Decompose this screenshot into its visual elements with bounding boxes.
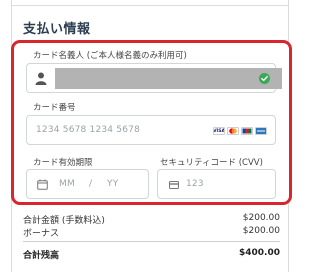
section-title: 支払い情報	[23, 22, 91, 37]
person-icon	[35, 72, 47, 85]
summary-row-total-amount: 合計金額 (手数料込) $200.00	[23, 213, 280, 226]
summary-label: ボーナス	[23, 229, 60, 239]
expiry-year-placeholder: YY	[107, 179, 119, 189]
amex-icon	[255, 127, 267, 135]
payment-page: 支払い情報 カード名義人 (ご本人様名義のみ利用可) カード番号 1234 56…	[0, 0, 300, 272]
check-circle-icon	[259, 73, 270, 84]
summary-value: $200.00	[242, 226, 280, 236]
expiry-label: カード有効期限	[33, 158, 93, 168]
card-number-placeholder: 1234 5678 1234 5678	[36, 125, 140, 135]
summary-value: $200.00	[242, 213, 280, 223]
balance-value: $400.00	[239, 248, 280, 258]
mastercard-icon	[227, 127, 239, 135]
jcb-icon	[241, 127, 253, 135]
card-number-label: カード番号	[33, 103, 76, 113]
cardholder-label: カード名義人 (ご本人様名義のみ利用可)	[33, 51, 187, 61]
visa-icon: VISA	[213, 127, 225, 135]
cardholder-field[interactable]	[26, 63, 282, 93]
summary-label: 合計金額 (手数料込)	[23, 216, 105, 226]
top-divider	[12, 5, 288, 6]
credit-card-icon	[169, 181, 179, 189]
card-number-field[interactable]: 1234 5678 1234 5678 VISA	[26, 115, 276, 145]
balance-label: 合計残高	[23, 251, 60, 261]
summary-row-bonus: ボーナス $200.00	[23, 226, 280, 239]
cvv-label: セキュリティコード (CVV)	[160, 158, 263, 168]
expiry-month-placeholder: MM	[59, 179, 75, 189]
calendar-icon	[37, 179, 48, 190]
summary-row-balance: 合計残高 $400.00	[23, 248, 280, 261]
cardholder-name-redacted	[55, 68, 282, 89]
cvv-field[interactable]: 123	[157, 169, 276, 199]
card-brand-icons: VISA	[213, 127, 267, 136]
payment-form: カード名義人 (ご本人様名義のみ利用可) カード番号 1234 5678 123…	[11, 40, 292, 205]
expiry-field[interactable]: MM / YY	[26, 169, 149, 199]
expiry-separator: /	[89, 179, 93, 189]
summary-divider	[23, 241, 280, 242]
cvv-placeholder: 123	[186, 179, 204, 189]
